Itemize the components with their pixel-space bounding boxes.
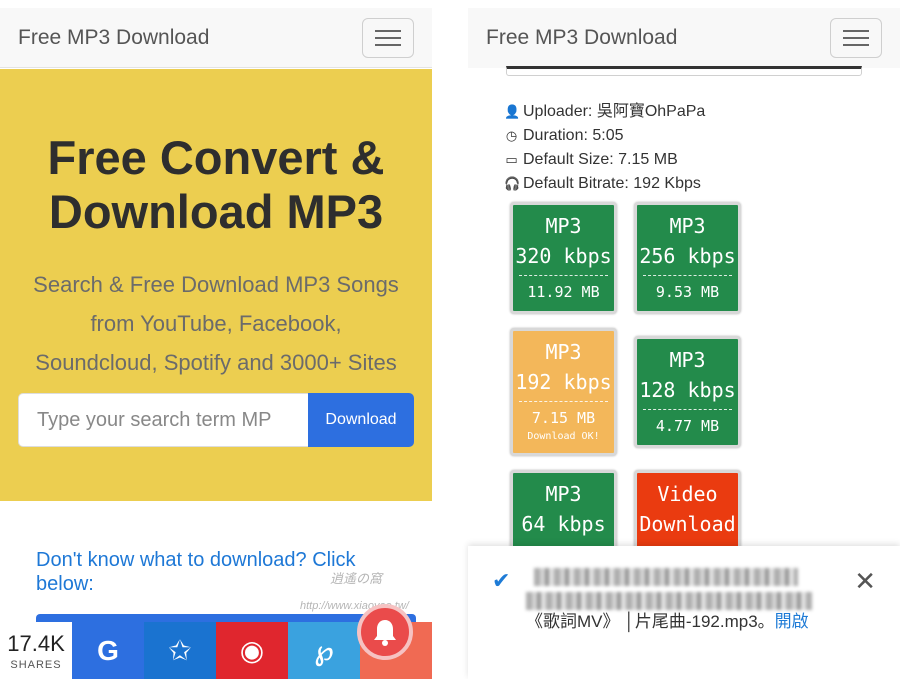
mp3-128-button[interactable]: MP3 128 kbps 4.77 MB (634, 336, 741, 448)
download-button[interactable]: Download (308, 393, 414, 447)
video-info: 👤 Uploader: 吳阿寶OhPaPa ◷ Duration: 5:05 ▭ De… (504, 100, 705, 196)
navbar: Free MP3 Download (0, 8, 432, 68)
pin-icon: ℘ (314, 635, 334, 666)
open-file-link[interactable]: 開啟 (775, 612, 809, 631)
hdd-icon: ▭ (505, 152, 518, 167)
google-share-button[interactable]: G (72, 622, 144, 679)
hamburger-icon (843, 30, 869, 32)
navbar: Free MP3 Download (468, 8, 900, 68)
search-form: Type your search term MP Download (18, 393, 414, 447)
google-icon: G (97, 634, 119, 666)
hero-section: Free Convert & Download MP3 Search & Fre… (0, 69, 432, 501)
left-screenshot: Free MP3 Download Free Convert & Downloa… (0, 8, 432, 679)
hero-title: Free Convert & Download MP3 (47, 131, 385, 238)
menu-toggle-button[interactable] (830, 18, 882, 58)
bitrate-row: 🎧 Default Bitrate: 192 Kbps (504, 172, 705, 196)
hero-subtitle: Search & Free Download MP3 Songs from Yo… (33, 272, 399, 375)
mp3-256-button[interactable]: MP3 256 kbps 9.53 MB (634, 202, 741, 314)
download-ok-label: Download OK! (527, 431, 600, 442)
mp3-192-button[interactable]: MP3 192 kbps 7.15 MB Download OK! (510, 328, 617, 456)
mp3-320-button[interactable]: MP3 320 kbps 11.92 MB (510, 202, 617, 314)
clock-icon: ◷ (505, 128, 518, 143)
blurred-filename (534, 568, 798, 586)
headphones-icon: 🎧 (504, 176, 521, 191)
brand-link[interactable]: Free MP3 Download (18, 26, 209, 50)
close-icon[interactable]: ✕ (854, 566, 876, 597)
user-icon: 👤 (504, 104, 521, 119)
uploader-row: 👤 Uploader: 吳阿寶OhPaPa (504, 100, 705, 124)
toast-message: 《歌詞MV》 │片尾曲-192.mp3。開啟 (526, 612, 809, 631)
size-row: ▭ Default Size: 7.15 MB (504, 148, 705, 172)
check-icon: ✔ (492, 568, 511, 593)
search-input[interactable]: Type your search term MP (18, 393, 308, 447)
video-thumbnail-edge (506, 66, 862, 76)
duration-row: ◷ Duration: 5:05 (504, 124, 705, 148)
download-complete-toast: ✔ ✕ 《歌詞MV》 │片尾曲-192.mp3。開啟 (468, 546, 900, 679)
notification-bell-button[interactable] (357, 604, 413, 660)
watermark: 逍遙の窩 (330, 571, 383, 586)
hamburger-icon (375, 29, 401, 32)
bell-icon (374, 620, 396, 646)
blurred-filename (526, 592, 812, 610)
weibo-icon: ◉ (239, 635, 265, 666)
pin-share-button[interactable]: ℘ (288, 622, 360, 679)
brand-link[interactable]: Free MP3 Download (486, 26, 677, 50)
weibo-share-button[interactable]: ◉ (216, 622, 288, 679)
share-count: 17.4K SHARES (0, 622, 72, 679)
bookmark-share-button[interactable]: ✩ (144, 622, 216, 679)
star-bookmark-icon: ✩ (168, 635, 192, 666)
menu-toggle-button[interactable] (362, 17, 414, 58)
